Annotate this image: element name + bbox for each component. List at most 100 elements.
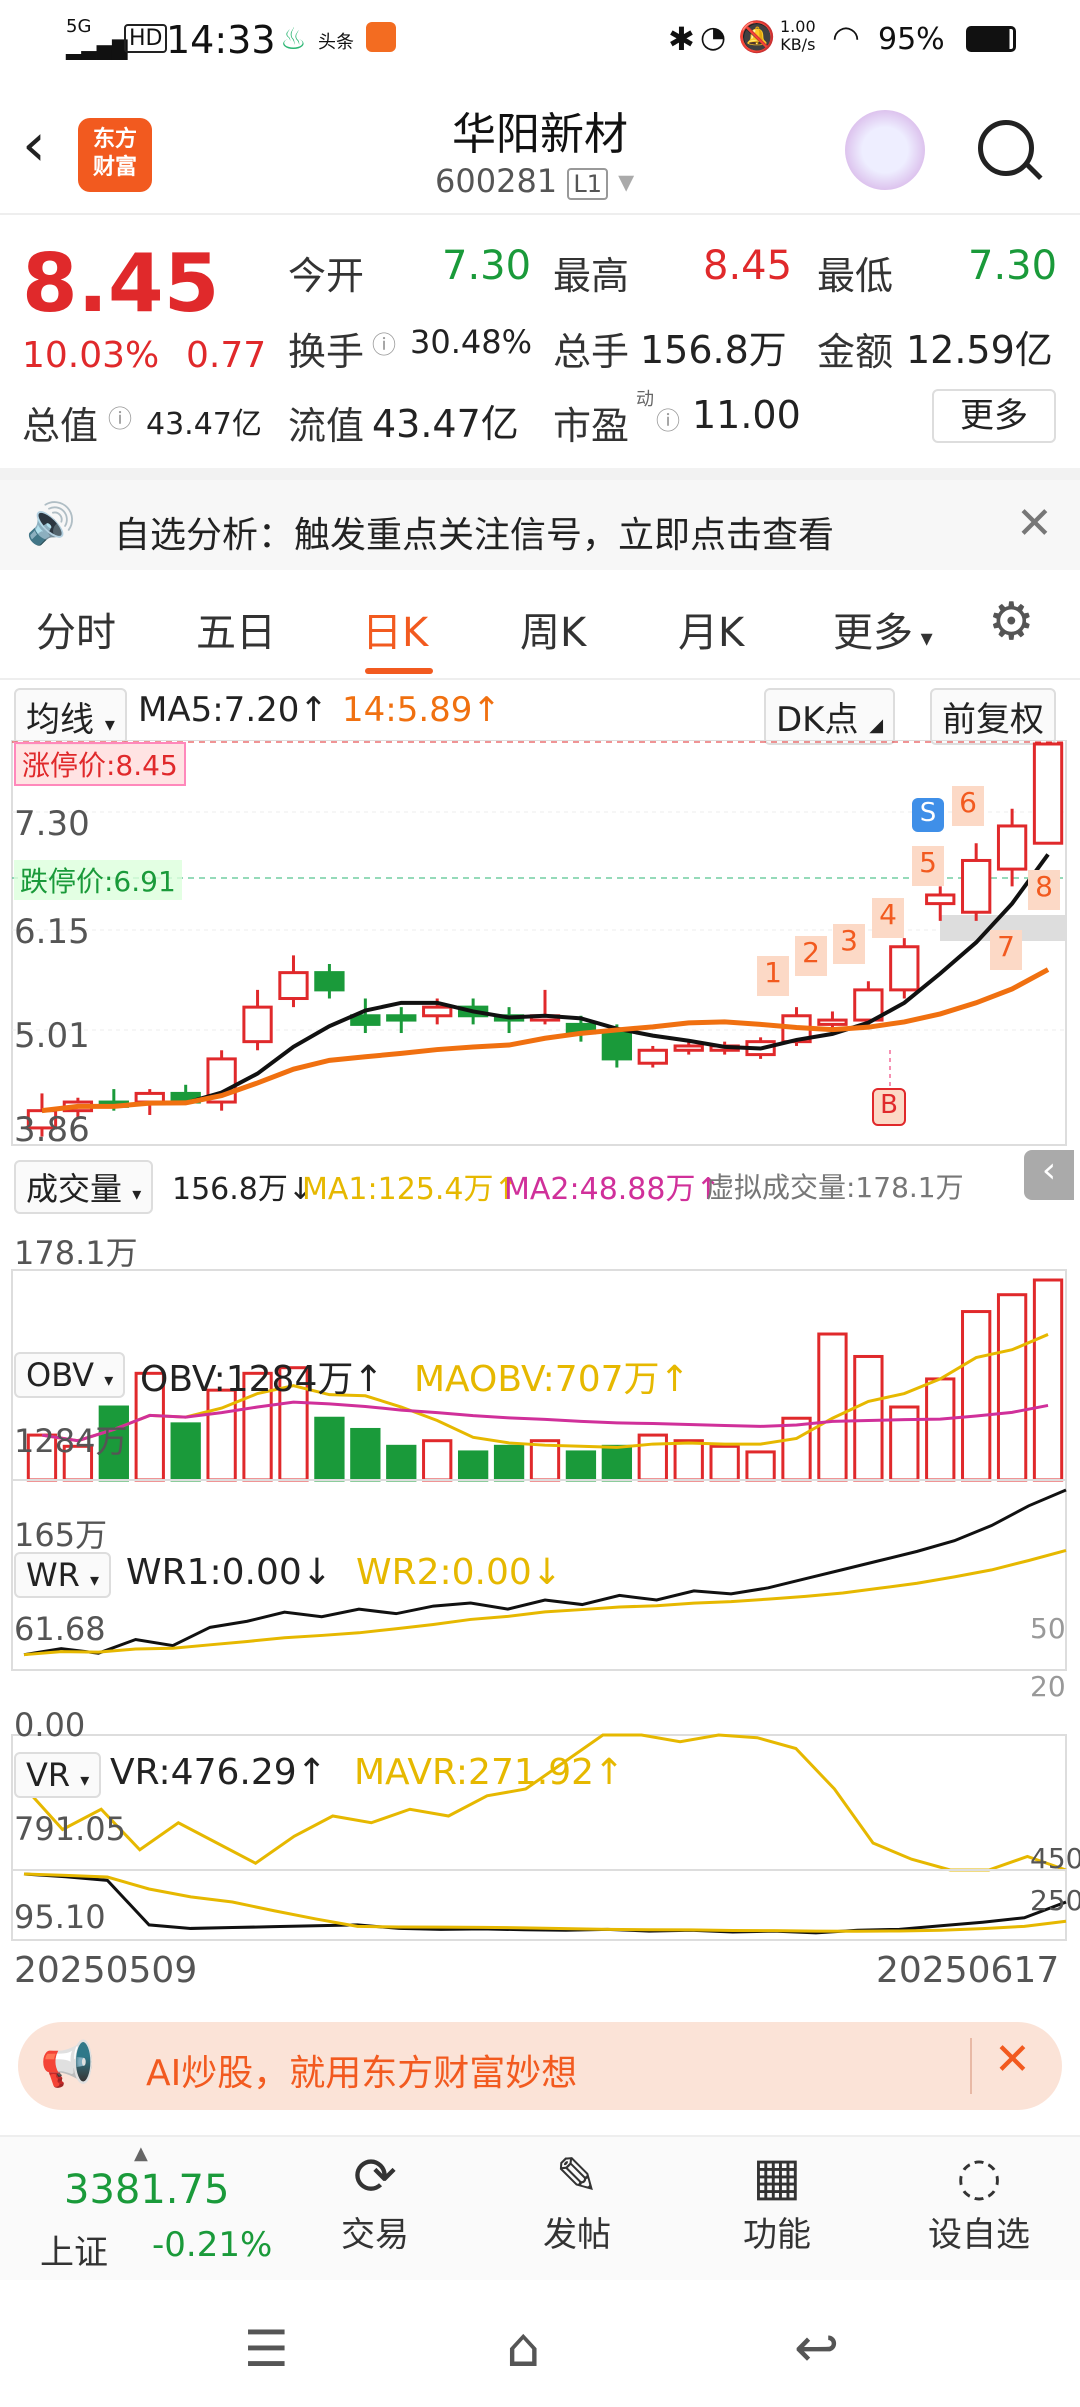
- vr-ref-250: 250: [1030, 1884, 1080, 1917]
- more-button[interactable]: 更多: [932, 389, 1056, 443]
- nav-add-favorite[interactable]: ◌ 设自选: [904, 2147, 1054, 2256]
- home-icon[interactable]: ⌂: [506, 2316, 540, 2379]
- index-name[interactable]: 上证: [40, 2225, 108, 2274]
- back-icon[interactable]: ↩: [794, 2316, 839, 2379]
- obv-value: OBV:1284万↑: [140, 1359, 384, 1400]
- candle-body: [817, 1018, 848, 1026]
- volume-bar: [889, 1405, 920, 1482]
- sell-signal-badge[interactable]: S: [912, 798, 944, 832]
- info-icon-2[interactable]: ⓘ: [108, 399, 132, 434]
- signal-marker-2[interactable]: 2: [795, 936, 827, 976]
- notice-bar[interactable]: 🔊 自选分析：触发重点关注信号，立即点击查看 ✕: [0, 468, 1080, 570]
- volume-bar: [781, 1416, 812, 1482]
- tab-weekly-k[interactable]: 周K: [520, 600, 586, 658]
- nav-post[interactable]: ✎ 发帖: [502, 2147, 652, 2256]
- ma14-legend: 14:5.89↑: [342, 690, 501, 730]
- volume-bar: [853, 1354, 884, 1482]
- ma-selector[interactable]: 均线 ▾: [14, 688, 127, 745]
- volume-bar: [745, 1450, 776, 1482]
- obv-selector[interactable]: OBV ▾: [14, 1352, 126, 1398]
- vr-axis-bottom: 95.10: [14, 1898, 106, 1936]
- vol-ma1: MA1:125.4万↑: [302, 1172, 519, 1207]
- stock-code[interactable]: 600281 L1 ▾: [435, 162, 634, 200]
- tab-indicator: [365, 668, 433, 674]
- limit-up-label: 涨停价:8.45: [14, 742, 186, 786]
- volume-value: 156.8万: [640, 328, 787, 372]
- wr2-value: WR2:0.00↓: [356, 1552, 562, 1593]
- close-icon[interactable]: ✕: [994, 2034, 1031, 2085]
- price-tick-4: 3.86: [14, 1110, 90, 1150]
- hd-icon: HD: [124, 24, 168, 53]
- nav-functions[interactable]: ▦ 功能: [702, 2147, 852, 2256]
- volume-bar: [601, 1444, 633, 1482]
- vr-selector[interactable]: VR ▾: [14, 1752, 102, 1798]
- toutiao-icon: 头条: [318, 32, 354, 53]
- dk-point-button[interactable]: DK点 ◢: [764, 688, 896, 745]
- signal-marker-3[interactable]: 3: [833, 924, 865, 964]
- signal-marker-6[interactable]: 6: [952, 786, 984, 826]
- status-bar: 5G ▂▃▅▇ HD 14:33 ♨ 头条 ✱ ◔ 🔕 1.00 KB/s ◠ 9…: [0, 0, 1080, 80]
- vol-axis-label: 178.1万: [14, 1234, 138, 1272]
- limit-down-label: 跌停价:6.91: [14, 860, 182, 900]
- assistant-avatar[interactable]: [845, 110, 925, 190]
- menu-icon[interactable]: ☰: [244, 2320, 289, 2378]
- volume-bar: [673, 1439, 704, 1482]
- tab-daily-k[interactable]: 日K: [362, 600, 428, 658]
- high-value: 8.45: [703, 243, 793, 289]
- collapse-panel-button[interactable]: ‹: [1024, 1150, 1074, 1200]
- yen-exchange-icon: ⟳: [353, 2147, 397, 2207]
- volume-bar: [386, 1444, 417, 1482]
- volume-selector[interactable]: 成交量 ▾: [14, 1160, 154, 1214]
- volume-bar: [422, 1439, 453, 1482]
- edit-icon: ✎: [555, 2147, 599, 2207]
- mcap-label: 总值: [22, 404, 99, 448]
- candle-body: [996, 824, 1028, 871]
- bottom-nav: ▲ 3381.75 上证 -0.21% ⟳ 交易 ✎ 发帖 ▦ 功能 ◌ 设自选: [0, 2135, 1080, 2280]
- tab-five-day[interactable]: 五日: [196, 600, 276, 658]
- tab-more[interactable]: 更多 ▾: [833, 600, 933, 658]
- signal-marker-7[interactable]: 7: [990, 930, 1022, 970]
- tab-monthly-k[interactable]: 月K: [678, 600, 744, 658]
- search-icon-handle: [1023, 160, 1043, 181]
- pe-value: 11.00: [692, 393, 801, 437]
- signal-marker-8[interactable]: 8: [1028, 870, 1060, 910]
- mavr-line: [23, 1872, 1067, 1933]
- vr-value: VR:476.29↑: [110, 1752, 327, 1793]
- adjust-button[interactable]: 前复权: [930, 688, 1056, 745]
- notice-text: 自选分析：触发重点关注信号，立即点击查看: [114, 515, 835, 556]
- wr-selector[interactable]: WR ▾: [14, 1552, 112, 1598]
- info-icon-3[interactable]: ⓘ: [656, 401, 680, 436]
- virtual-volume: 虚拟成交量:178.1万: [706, 1171, 964, 1204]
- wr-ref-50: 50: [1030, 1612, 1066, 1645]
- buy-signal-badge[interactable]: B: [872, 1088, 906, 1126]
- last-price: 8.45: [22, 237, 220, 330]
- wr-axis-bottom: 0.00: [14, 1706, 86, 1744]
- info-icon[interactable]: ⓘ: [372, 325, 396, 360]
- signal-marker-1[interactable]: 1: [757, 956, 789, 996]
- index-value[interactable]: 3381.75: [64, 2167, 229, 2213]
- price-tick-1: 7.30: [14, 804, 90, 844]
- ai-promo-bar[interactable]: 📢 AI炒股，就用东方财富妙想 ✕: [18, 2022, 1062, 2110]
- index-change[interactable]: -0.21%: [152, 2225, 272, 2265]
- vol-ma2: MA2:48.88万↑: [504, 1172, 721, 1207]
- signal-marker-5[interactable]: 5: [912, 846, 944, 886]
- quote-panel: 8.45 10.03% 0.77 今开 7.30 最高 8.45 最低 7.30…: [0, 217, 1080, 467]
- turnover-value: 30.48%: [410, 323, 533, 361]
- kline-chart[interactable]: 均线 ▾ MA5:7.20↑ 14:5.89↑ DK点 ◢ 前复权 涨停价:8.…: [0, 680, 1080, 2000]
- nav-trade[interactable]: ⟳ 交易: [300, 2147, 450, 2256]
- tab-minute[interactable]: 分时: [36, 600, 116, 658]
- close-icon[interactable]: ✕: [1016, 498, 1053, 549]
- candle-body: [350, 1014, 381, 1026]
- obv-axis-bottom: 165万: [14, 1516, 108, 1554]
- volume-bar: [565, 1450, 597, 1482]
- vr-line: [23, 1872, 1067, 1935]
- price-tick-2: 6.15: [14, 912, 90, 952]
- alarm-icon: ◔: [700, 20, 727, 55]
- vr-axis-top: 791.05: [14, 1810, 126, 1848]
- change-pct: 10.03%: [22, 335, 160, 376]
- volume-label: 总手: [553, 330, 630, 374]
- wr1-value: WR1:0.00↓: [126, 1552, 332, 1593]
- open-label: 今开: [288, 254, 365, 298]
- signal-marker-4[interactable]: 4: [872, 898, 904, 938]
- settings-gear-icon[interactable]: ⚙: [988, 592, 1035, 652]
